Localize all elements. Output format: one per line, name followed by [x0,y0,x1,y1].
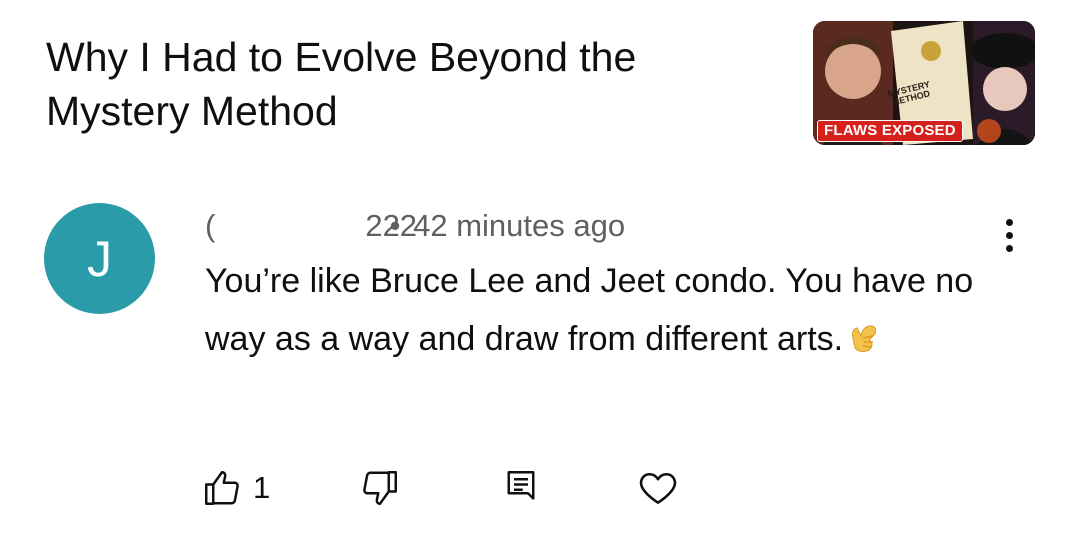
comment-author[interactable]: (222 [205,206,417,246]
heart-button[interactable] [636,466,680,510]
comment-meta: (222 • 42 minutes ago [205,206,625,246]
call-me-hand-emoji-icon [852,325,877,353]
more-dot [1005,244,1013,252]
avatar-letter: J [87,230,112,287]
video-title[interactable]: Why I Had to Evolve Beyond the Mystery M… [46,30,766,138]
like-button[interactable]: 1 [201,466,270,510]
comment-body: You’re like Bruce Lee and Jeet condo. Yo… [205,252,1025,368]
more-dot [1005,218,1013,226]
reply-icon [507,471,535,500]
author-start: ( [205,208,216,243]
thumb-up-icon [205,471,239,505]
thumbnail-badge: FLAWS EXPOSED [817,120,963,142]
more-dot [1005,231,1013,239]
thumb-down-icon [363,471,397,505]
meta-separator: • [389,208,401,243]
avatar[interactable]: J [44,203,155,314]
comment-time: 42 minutes ago [413,208,626,243]
reply-button[interactable] [500,466,542,510]
like-count: 1 [253,470,271,505]
heart-icon [639,472,677,504]
dislike-button[interactable] [359,466,401,510]
